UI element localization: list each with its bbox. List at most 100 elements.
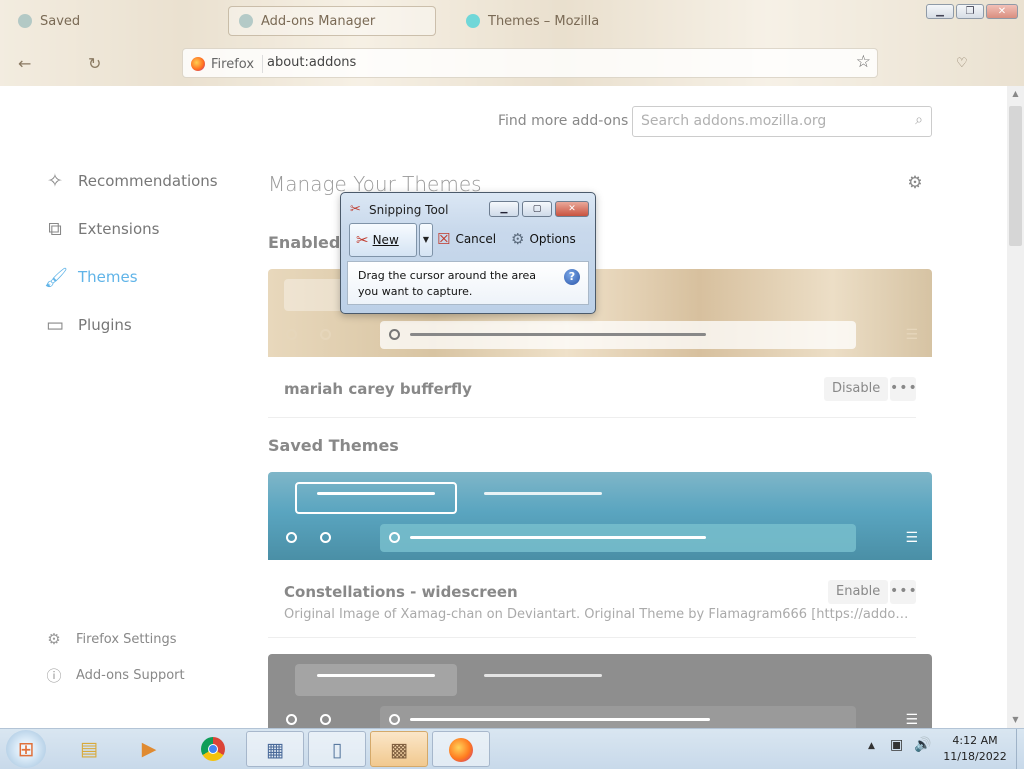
show-desktop-button[interactable] [1016, 729, 1024, 769]
star-icon[interactable]: ☆ [856, 52, 871, 72]
preview-dot [286, 714, 297, 725]
tab-themes-mozilla[interactable]: Themes – Mozilla [456, 6, 616, 36]
reload-icon[interactable]: ↻ [88, 54, 101, 73]
cancel-label: Cancel [455, 232, 497, 246]
clock[interactable]: 4:12 AM 11/18/2022 [936, 733, 1014, 765]
preview-dot [320, 714, 331, 725]
tab-label: Add-ons Manager [261, 13, 376, 29]
identity-label: Firefox [211, 56, 255, 72]
snip-instructions: Drag the cursor around the area you want… [358, 269, 537, 298]
url-bar[interactable]: Firefox about:addons ☆ [182, 48, 878, 78]
tab-favicon [18, 14, 32, 28]
tab-label: Saved [40, 13, 81, 29]
sidebar-item-extensions[interactable]: ⧉ Extensions [44, 214, 159, 244]
start-button[interactable]: ⊞ [6, 730, 46, 768]
back-arrow-icon[interactable]: ← [18, 54, 31, 73]
theme-preview-constellations[interactable]: ☰ [268, 472, 932, 560]
sidebar-item-label: Themes [78, 268, 138, 286]
sparkle-icon: ✧ [47, 170, 63, 192]
identity-box[interactable]: Firefox [191, 55, 264, 73]
puzzle-icon: ⧉ [48, 218, 62, 240]
control-panel-icon[interactable]: ▦ [246, 731, 304, 767]
media-player-icon[interactable]: ▶ [120, 731, 178, 767]
theme-name: mariah carey bufferfly [284, 380, 472, 398]
sidebar-item-label: Plugins [78, 316, 132, 334]
preview-tab [295, 482, 457, 514]
preview-dot [320, 329, 331, 340]
puzzle-icon [239, 14, 253, 28]
scissors-icon: ✂ [350, 202, 361, 217]
help-icon[interactable]: ? [564, 269, 580, 285]
chrome-icon[interactable] [184, 731, 242, 767]
cancel-x-icon: ☒ [437, 230, 451, 248]
sidebar-item-recommendations[interactable]: ✧ Recommendations [44, 166, 218, 196]
sidebar-item-themes[interactable]: 🖌 Themes [44, 262, 138, 292]
page-scrollbar[interactable]: ▲ ▼ [1007, 86, 1024, 728]
sidebar-item-plugins[interactable]: ▭ Plugins [44, 310, 132, 340]
snip-close-button[interactable]: ✕ [555, 201, 589, 217]
help-icon: ⓘ [46, 666, 62, 685]
preview-line [484, 674, 602, 677]
add-ons-support-link[interactable]: ⓘ Add-ons Support [46, 664, 185, 686]
tools-gear-button[interactable]: ⚙ [902, 170, 928, 196]
divider [268, 417, 916, 418]
snipping-tool-window[interactable]: ✂ Snipping Tool ▁ ▢ ✕ ✂ New ▼ ☒ Cancel ⚙… [340, 192, 596, 314]
search-box[interactable]: ⌕ [632, 106, 932, 137]
preview-dot [286, 329, 297, 340]
brush-icon: 🖌 [44, 266, 69, 289]
more-options-button[interactable]: ••• [890, 580, 917, 604]
plugin-icon: ▭ [46, 314, 64, 336]
cancel-button[interactable]: ☒ Cancel [437, 230, 496, 248]
chevron-down-icon[interactable]: ▼ [419, 223, 433, 257]
document-icon[interactable]: ▯ [308, 731, 366, 767]
firefox-taskbar-icon[interactable] [432, 731, 490, 767]
scroll-thumb[interactable] [1009, 106, 1022, 246]
tab-saved[interactable]: Saved [8, 6, 208, 36]
options-button[interactable]: ⚙ Options [511, 230, 576, 248]
preview-line [484, 492, 602, 495]
scroll-down-icon[interactable]: ▼ [1007, 712, 1024, 728]
preview-dot [286, 532, 297, 543]
preview-tab [295, 664, 457, 696]
enabled-heading: Enabled [268, 233, 341, 252]
volume-icon[interactable]: 🔊 [914, 737, 931, 753]
preview-line [410, 333, 706, 336]
enable-button[interactable]: Enable [828, 580, 889, 604]
firefox-settings-link[interactable]: ⚙ Firefox Settings [46, 628, 176, 650]
search-input[interactable] [633, 107, 891, 135]
tab-label: Themes – Mozilla [488, 13, 600, 29]
preview-line [317, 492, 435, 495]
more-options-button[interactable]: ••• [890, 377, 917, 401]
preview-urlbar [380, 706, 856, 728]
gear-icon: ⚙ [511, 230, 525, 248]
menu-icon: ☰ [905, 712, 918, 728]
footer-label: Add-ons Support [76, 667, 185, 683]
maximize-button[interactable]: ❐ [956, 4, 984, 19]
close-button[interactable]: ✕ [986, 4, 1018, 19]
snip-message-box: Drag the cursor around the area you want… [347, 261, 589, 305]
disable-button[interactable]: Disable [824, 377, 889, 401]
folder-icon[interactable]: ▤ [60, 731, 118, 767]
tab-add-ons-manager[interactable]: Add-ons Manager [228, 6, 436, 36]
sidebar-item-label: Extensions [78, 220, 160, 238]
network-icon[interactable]: ▣ [890, 737, 903, 753]
tray-expand-icon[interactable]: ▲ [868, 741, 875, 751]
snip-maximize-button[interactable]: ▢ [522, 201, 552, 217]
new-snip-button[interactable]: ✂ New [349, 223, 417, 257]
scroll-up-icon[interactable]: ▲ [1007, 86, 1024, 102]
preview-dot [320, 532, 331, 543]
theme-preview-grey[interactable]: ☰ [268, 654, 932, 728]
preview-line [317, 674, 435, 677]
url-text[interactable]: about:addons [267, 55, 356, 70]
browser-chrome: Saved Add-ons Manager Themes – Mozilla ▁… [0, 0, 1024, 86]
pocket-icon[interactable]: ♡ [956, 56, 968, 71]
snip-minimize-button[interactable]: ▁ [489, 201, 519, 217]
snipping-tool-taskbar-icon[interactable]: ▩ [370, 731, 428, 767]
tab-favicon [466, 14, 480, 28]
options-label: Options [529, 232, 576, 246]
scissors-icon: ✂ [356, 231, 369, 249]
minimize-button[interactable]: ▁ [926, 4, 954, 19]
preview-dot [389, 329, 400, 340]
search-icon[interactable]: ⌕ [915, 112, 923, 128]
footer-label: Firefox Settings [76, 631, 177, 647]
